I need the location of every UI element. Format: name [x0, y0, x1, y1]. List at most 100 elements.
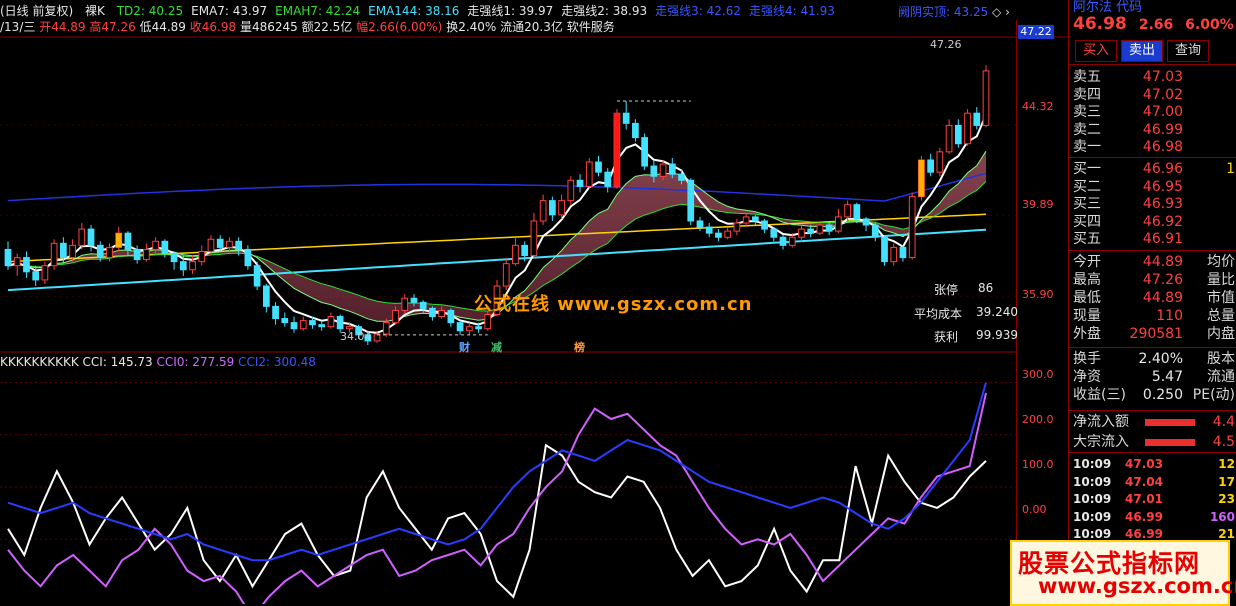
bid-row[interactable]: 买二 46.95 — [1073, 178, 1235, 196]
event-marker-bang[interactable]: 榜 — [574, 339, 585, 355]
buy-button[interactable]: 买入 — [1075, 40, 1117, 62]
low-marker: 34.04 — [340, 330, 372, 343]
candle-body — [87, 228, 95, 246]
candle-body — [253, 265, 261, 287]
candle-body — [770, 228, 778, 238]
candle-body — [41, 265, 49, 281]
quote-change: 幅2.66(6.00%) — [356, 20, 443, 34]
ask-row-value: 47.02 — [1142, 86, 1183, 103]
candle-body — [133, 248, 141, 261]
candle-body — [899, 246, 907, 259]
bid-row-label: 买四 — [1073, 213, 1101, 230]
quote-turnover: 换2.40% — [446, 20, 497, 34]
candle-body — [585, 161, 593, 187]
candle-body — [170, 253, 178, 263]
candle-body — [521, 244, 529, 257]
stat-row-value: 110 — [1156, 308, 1183, 324]
candle-body — [336, 316, 344, 330]
ask-row[interactable]: 卖一 46.98 — [1073, 138, 1235, 156]
stat2-row[interactable]: 净资 5.47 流通 — [1073, 368, 1235, 386]
zhangting-value: 86 — [978, 281, 994, 295]
flow-row-label: 净流入额 — [1073, 414, 1129, 430]
flow-row-extra: 4.4 — [1212, 414, 1235, 430]
candle-body — [641, 137, 648, 167]
top-right-label: 阙阴实顶: 43.25 — [898, 5, 989, 19]
tick-price: 47.04 — [1125, 474, 1163, 489]
trading-app: (日线 前复权) 裸K TD2: 40.25 EMA7: 43.97 EMAH7: … — [0, 0, 1236, 606]
tick-volume: 12 — [1218, 457, 1235, 471]
chart-title[interactable]: (日线 前复权) — [0, 4, 73, 18]
indicator-label: 走强线1: 39.97 — [467, 4, 554, 18]
chevron-right-icon[interactable]: › — [1005, 5, 1010, 19]
tick-row: 10:09 47.01 23 — [1073, 490, 1235, 508]
ask-row-value: 47.00 — [1142, 104, 1183, 120]
chart-mode[interactable]: 裸K — [85, 4, 105, 18]
stat2-row-label: 净资 — [1073, 369, 1101, 385]
tick-price: 46.99 — [1125, 509, 1163, 524]
candle-body — [530, 220, 538, 257]
diamond-icon[interactable]: ◇ — [992, 5, 1001, 19]
stat-row[interactable]: 最低 44.89 市值 — [1073, 289, 1235, 307]
candle-body — [4, 248, 12, 267]
indicator-label: EMAH7: 42.24 — [275, 4, 361, 18]
query-button[interactable]: 查询 — [1167, 40, 1209, 62]
tick-volume: 160 — [1209, 509, 1235, 524]
bid-row[interactable]: 买三 46.93 — [1073, 195, 1235, 213]
tick-time: 10:09 — [1073, 492, 1112, 507]
price-tick: 39.89 — [1022, 198, 1054, 211]
quote-panel: 阿尔法 代码 46.98 2.66 6.00% 买入 卖出 查询 卖五 47.03… — [1068, 0, 1236, 604]
event-marker-cai[interactable]: 财 — [459, 339, 470, 355]
signal-bar — [614, 113, 620, 187]
candle-body — [346, 326, 353, 330]
candle-body — [179, 261, 187, 271]
candle-body — [678, 173, 685, 181]
candle-body — [705, 226, 713, 234]
price-tick: 44.32 — [1022, 100, 1054, 113]
bid-row[interactable]: 买五 46.91 — [1073, 230, 1235, 248]
ask-row[interactable]: 卖五 47.03 — [1073, 68, 1235, 86]
ask-row[interactable]: 卖二 46.99 — [1073, 121, 1235, 139]
ask-row[interactable]: 卖三 47.00 — [1073, 103, 1235, 121]
event-marker-jian[interactable]: 减 — [491, 339, 502, 355]
avg-cost-value: 39.240 — [976, 305, 1018, 319]
current-price-tag: 47.22 — [1018, 25, 1054, 39]
cci-legend-cci2: CCI2: 300.48 — [238, 355, 316, 369]
cci-chart[interactable] — [0, 381, 1016, 604]
stat-row-extra: 量比 — [1207, 272, 1235, 288]
stat-row[interactable]: 最高 47.26 量比 — [1073, 271, 1235, 289]
banner-url: www.gszx.com.cn — [1038, 574, 1236, 598]
flow-row-label: 大宗流入 — [1073, 434, 1129, 450]
indicator-label: 走强线2: 38.93 — [561, 4, 648, 18]
candle-body — [382, 322, 390, 335]
stat-row[interactable]: 现量 110 总量 — [1073, 307, 1235, 325]
candle-body — [189, 261, 196, 271]
stat2-row[interactable]: 收益(三) 0.250 PE(动) — [1073, 386, 1235, 404]
divider — [1069, 64, 1236, 65]
bid-row-value: 46.92 — [1142, 213, 1183, 230]
candle-body — [548, 200, 556, 216]
stat-row[interactable]: 外盘 290581 内盘 — [1073, 325, 1235, 343]
tick-volume: 17 — [1218, 474, 1235, 489]
candle-body — [106, 246, 113, 259]
candle-body — [50, 242, 58, 267]
candle-body — [281, 318, 289, 324]
candle-body — [871, 224, 879, 238]
stat2-row[interactable]: 换手 2.40% 股本 — [1073, 350, 1235, 368]
stat-row[interactable]: 今开 44.89 均价 — [1073, 253, 1235, 271]
bid-row[interactable]: 买一 46.96 1 — [1073, 160, 1235, 178]
quote-amount: 额22.5亿 — [301, 20, 353, 34]
bid-row-value: 46.91 — [1142, 231, 1183, 247]
cci-legend-label: KKKKKKKKKK — [0, 355, 79, 369]
sell-button[interactable]: 卖出 — [1121, 40, 1163, 62]
bid-row-label: 买五 — [1073, 231, 1101, 247]
bid-row[interactable]: 买四 46.92 — [1073, 213, 1235, 231]
profit-label: 获利 — [934, 330, 959, 344]
stat-row-value: 47.26 — [1142, 272, 1183, 288]
candle-body — [410, 297, 418, 303]
candle-body — [327, 316, 335, 328]
ask-row[interactable]: 卖四 47.02 — [1073, 86, 1235, 104]
quote-float: 流通20.3亿 — [500, 20, 563, 34]
candle-body — [724, 230, 732, 238]
candle-body — [558, 200, 565, 216]
cci-tick: 300.0 — [1022, 368, 1054, 381]
